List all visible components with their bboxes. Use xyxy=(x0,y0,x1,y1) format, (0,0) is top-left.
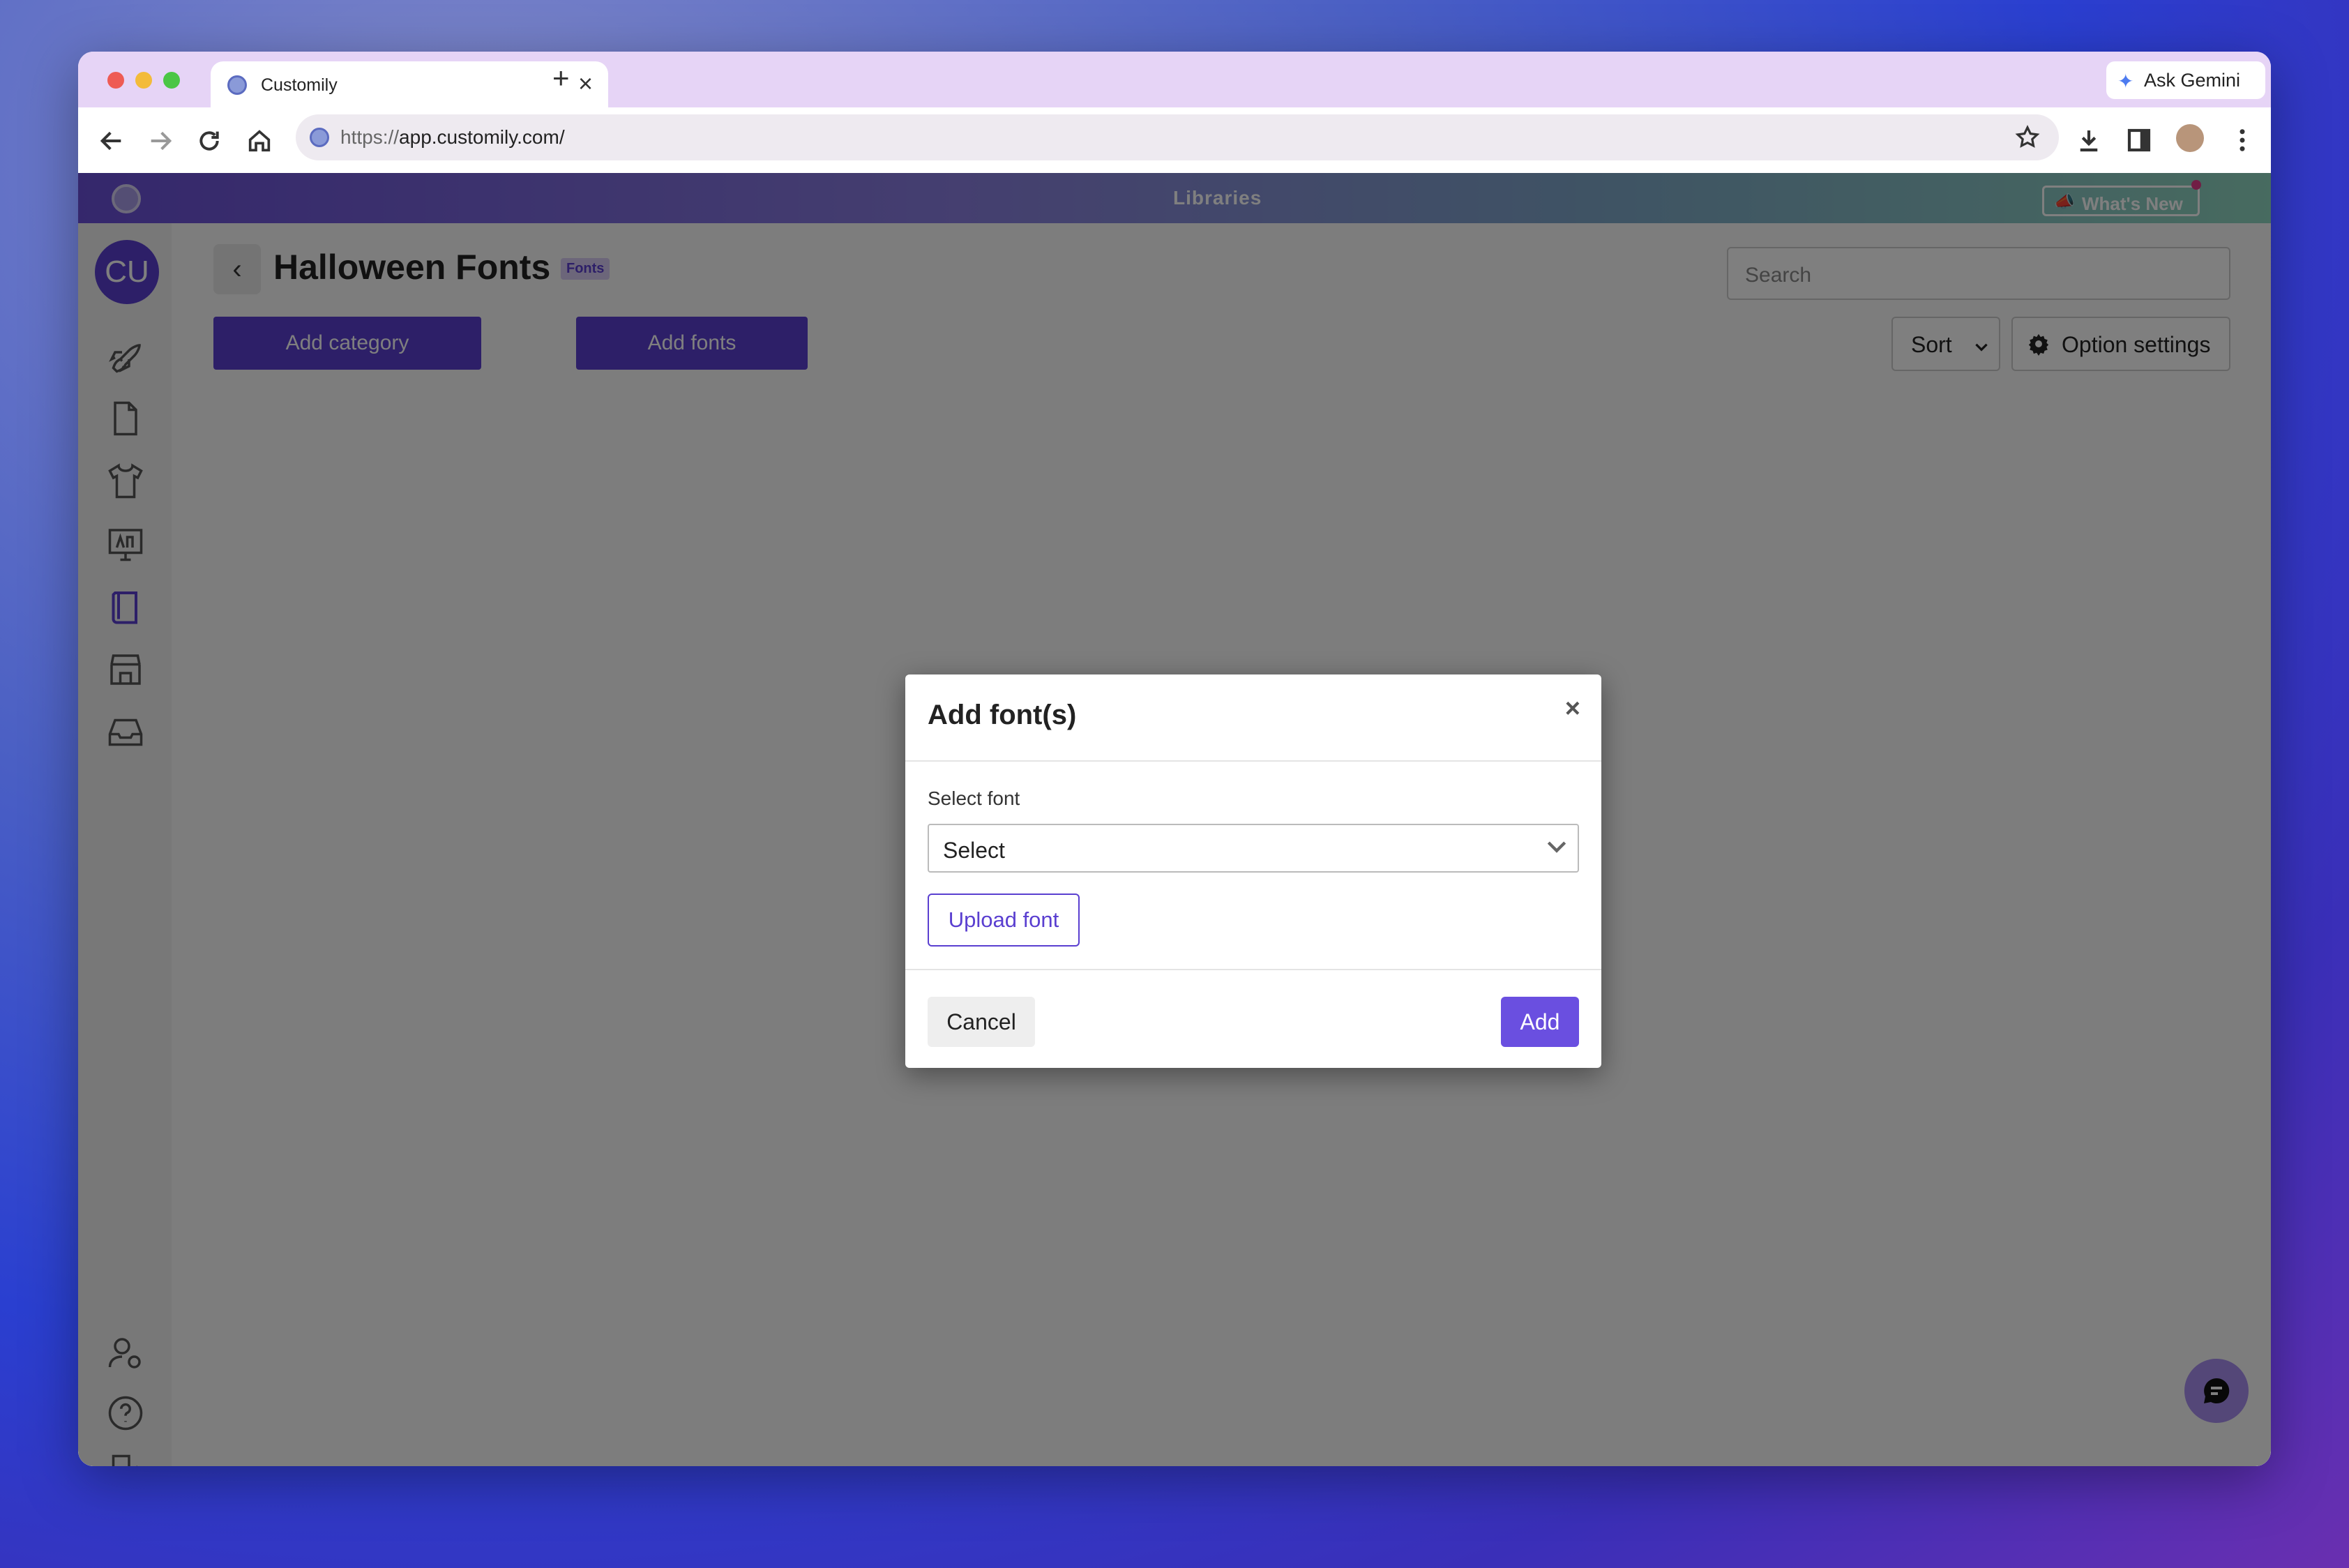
close-window-button[interactable] xyxy=(107,72,124,89)
more-menu-icon[interactable] xyxy=(2228,126,2257,155)
tab-title: Customily xyxy=(261,75,338,95)
browser-tab[interactable]: Customily × xyxy=(211,61,608,107)
address-bar[interactable]: https://app.customily.com/ xyxy=(296,114,2059,160)
profile-avatar[interactable] xyxy=(2176,124,2204,152)
font-select[interactable]: Select xyxy=(928,824,1579,873)
add-button[interactable]: Add xyxy=(1501,997,1579,1047)
home-icon[interactable] xyxy=(246,127,273,155)
ask-gemini-button[interactable]: ✦ Ask Gemini xyxy=(2106,61,2265,99)
upload-font-button[interactable]: Upload font xyxy=(928,894,1080,947)
tab-close-icon[interactable]: × xyxy=(578,70,593,98)
back-arrow-icon[interactable] xyxy=(98,127,126,155)
reload-icon[interactable] xyxy=(195,127,223,155)
gemini-sparkle-icon: ✦ xyxy=(2117,70,2134,92)
favicon-icon xyxy=(227,75,247,95)
ask-gemini-label: Ask Gemini xyxy=(2144,70,2241,91)
chevron-down-icon xyxy=(1547,841,1566,853)
download-icon[interactable] xyxy=(2074,126,2103,155)
bookmark-star-icon[interactable] xyxy=(2014,124,2041,151)
tab-strip: Customily × + ✦ Ask Gemini xyxy=(78,52,2271,107)
browser-window: Customily × + ✦ Ask Gemini https://app.c… xyxy=(78,52,2271,1466)
browser-toolbar: https://app.customily.com/ xyxy=(78,107,2271,174)
side-panel-icon[interactable] xyxy=(2124,126,2154,155)
site-favicon-icon xyxy=(310,128,329,147)
modal-header-divider xyxy=(905,760,1601,762)
modal-footer-divider xyxy=(905,969,1601,970)
minimize-window-button[interactable] xyxy=(135,72,152,89)
select-font-label: Select font xyxy=(928,787,1020,809)
new-tab-button[interactable]: + xyxy=(552,61,570,95)
maximize-window-button[interactable] xyxy=(163,72,180,89)
modal-close-icon[interactable]: × xyxy=(1565,694,1580,724)
url-text: https://app.customily.com/ xyxy=(340,126,565,148)
add-fonts-modal: Add font(s) × Select font Select Upload … xyxy=(905,674,1601,1068)
cancel-button[interactable]: Cancel xyxy=(928,997,1035,1047)
forward-arrow-icon[interactable] xyxy=(146,127,174,155)
modal-title: Add font(s) xyxy=(928,700,1077,730)
font-select-value: Select xyxy=(943,838,1005,863)
